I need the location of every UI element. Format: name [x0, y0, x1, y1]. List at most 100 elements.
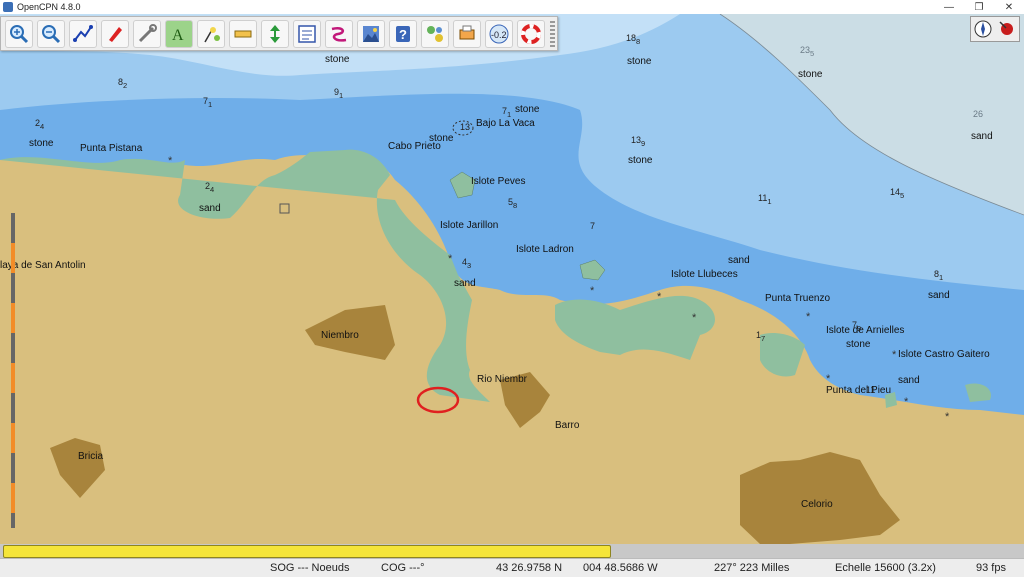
zoom-out-icon	[42, 24, 61, 43]
rock-marker: *	[826, 373, 831, 385]
sounding: 82	[118, 77, 128, 90]
tide-readout-icon: -0.2	[489, 24, 509, 43]
sounding: 26	[973, 109, 984, 119]
rock-marker: *	[892, 349, 897, 361]
sounding: 71	[203, 96, 213, 109]
seabed-label: sand	[898, 375, 920, 386]
mob-button[interactable]	[517, 19, 545, 48]
label-punta-pistana: Punta Pistana	[80, 143, 143, 154]
layers-icon	[363, 25, 379, 42]
svg-text:A: A	[172, 27, 184, 44]
label-islote-llubeces: Islote Llubeces	[671, 269, 738, 280]
restore-icon: ❐	[974, 1, 984, 13]
label-punta-del-pieu: Punta del Pieu	[826, 385, 892, 396]
rock-marker: *	[806, 311, 811, 323]
chart-settings-icon	[298, 24, 316, 43]
zoom-in-button[interactable]	[5, 19, 33, 48]
label-islote-peves: Islote Peves	[471, 176, 526, 187]
main-toolbar: A ? -0.2	[0, 16, 558, 51]
sounding: 43	[462, 257, 472, 270]
gps-status-icon	[999, 21, 1013, 35]
sounding: 81	[934, 269, 944, 282]
progress-fill	[3, 545, 611, 558]
rock-marker: *	[168, 155, 173, 167]
tide-readout-button[interactable]: -0.2	[485, 19, 513, 48]
seabed-label: stone	[798, 69, 823, 80]
seabed-label: stone	[325, 54, 350, 65]
status-latitude: 43 26.9758 N	[496, 562, 563, 574]
compass-widget[interactable]	[970, 16, 1020, 42]
seabed-label: stone	[846, 339, 871, 350]
ais-icon	[427, 25, 443, 42]
chart-scale-bar	[11, 213, 15, 528]
sounding: 188	[626, 33, 641, 46]
sounding: 79	[852, 320, 862, 333]
arrows-button[interactable]	[261, 19, 289, 48]
help-button[interactable]: ?	[389, 19, 417, 48]
status-longitude: 004 48.5686 W	[583, 562, 658, 574]
status-fps: 93 fps	[976, 562, 1006, 574]
label-punta-truenzo: Punta Truenzo	[765, 293, 831, 304]
tools-button[interactable]	[133, 19, 161, 48]
text-button[interactable]: A	[165, 19, 193, 48]
ship-icon	[109, 26, 122, 42]
seabed-label: sand	[928, 290, 950, 301]
tide-icon	[204, 26, 220, 42]
seabed-label: sand	[971, 131, 993, 142]
status-cog: COG ---°	[381, 562, 425, 574]
maximize-button[interactable]: ❐	[964, 0, 994, 14]
sounding: 58	[508, 197, 518, 210]
help-icon: ?	[396, 25, 410, 42]
toolbar-grip[interactable]	[550, 20, 555, 47]
status-sog: SOG --- Noeuds	[270, 562, 350, 574]
chart-settings-button[interactable]	[293, 19, 321, 48]
label-bajo-la-vaca: Bajo La Vaca	[476, 118, 535, 129]
route-icon	[73, 24, 93, 42]
sounding: 24	[205, 181, 215, 194]
sounding: 24	[35, 118, 45, 131]
tide-button[interactable]	[197, 19, 225, 48]
seabed-label: stone	[628, 155, 653, 166]
zoom-out-button[interactable]	[37, 19, 65, 48]
tools-icon	[138, 23, 157, 42]
rock-marker: *	[692, 312, 697, 324]
window-title: OpenCPN 4.8.0	[17, 2, 81, 12]
rock-marker: *	[657, 291, 662, 303]
rock-marker: *	[904, 396, 909, 408]
app-icon	[3, 2, 13, 12]
title-bar: OpenCPN 4.8.0 — ❐ ✕	[0, 0, 1024, 15]
track-button[interactable]	[325, 19, 353, 48]
svg-text:?: ?	[399, 27, 407, 42]
measure-icon	[234, 30, 252, 37]
close-button[interactable]: ✕	[994, 0, 1024, 14]
chart-canvas[interactable]: * * * * * * * * * *	[0, 14, 1024, 544]
print-button[interactable]	[453, 19, 481, 48]
label-islote-ladron: Islote Ladron	[516, 244, 574, 255]
label-islote-castro-gaitero: Islote Castro Gaitero	[898, 349, 990, 360]
seabed-label: stone	[29, 138, 54, 149]
route-button[interactable]	[69, 19, 97, 48]
sounding: 17	[756, 330, 766, 343]
sounding: 111	[758, 193, 772, 206]
zoom-in-icon	[10, 24, 29, 43]
sounding: 13	[460, 122, 471, 132]
progress-bar	[0, 544, 1024, 558]
follow-ship-button[interactable]	[101, 19, 129, 48]
rock-marker: *	[945, 411, 950, 423]
ais-button[interactable]	[421, 19, 449, 48]
status-scale: Echelle 15600 (3.2x)	[835, 562, 936, 574]
arrows-icon	[270, 24, 280, 43]
minimize-icon: —	[944, 1, 954, 13]
label-islote-jarillon: Islote Jarillon	[440, 220, 499, 231]
label-niembro: Niembro	[321, 330, 359, 341]
text-tool-icon: A	[172, 27, 184, 44]
measure-button[interactable]	[229, 19, 257, 48]
layers-button[interactable]	[357, 19, 385, 48]
minimize-button[interactable]: —	[934, 0, 964, 14]
sounding: 145	[890, 187, 905, 200]
sounding: 11	[866, 385, 876, 395]
status-bearing-distance: 227° 223 Milles	[714, 562, 790, 574]
status-bar: SOG --- Noeuds COG ---° 43 26.9758 N 004…	[0, 558, 1024, 577]
seabed-label: sand	[454, 278, 476, 289]
sounding: 71	[502, 106, 512, 119]
